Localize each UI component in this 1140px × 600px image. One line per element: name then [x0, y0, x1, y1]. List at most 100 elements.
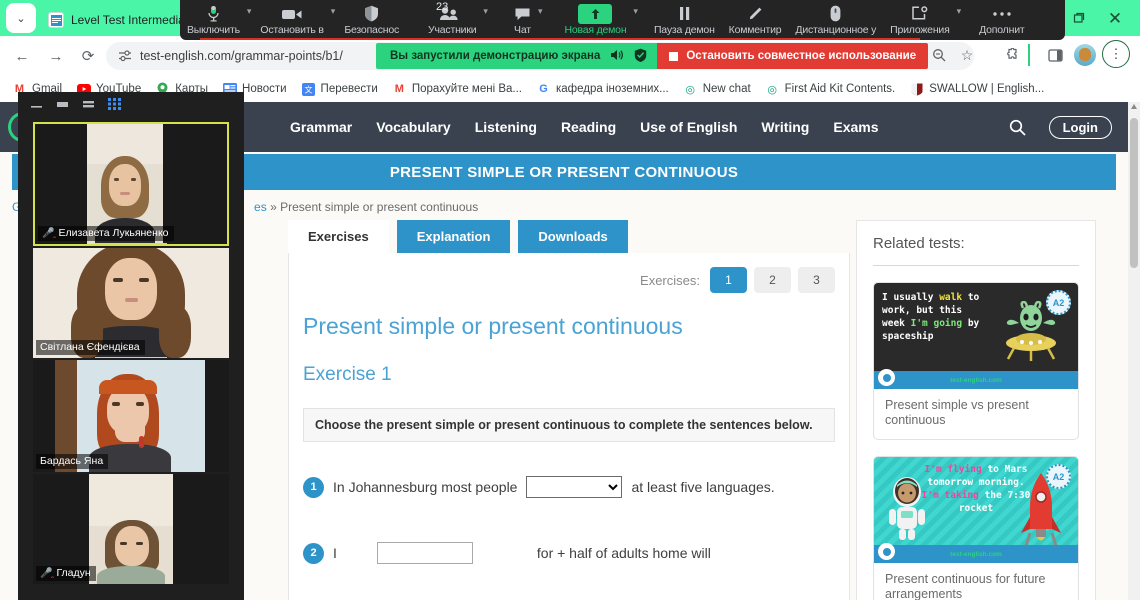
related-test-card[interactable]: I usually walk to work, but this week I'm …	[873, 282, 1079, 440]
related-tests-sidebar: Related tests: I usually walk to work, bu…	[856, 220, 1096, 600]
tab-explanation[interactable]: Explanation	[396, 220, 511, 253]
zoom-level-icon[interactable]	[926, 42, 952, 68]
participant-name-label: Світлана Єфендієва	[36, 340, 145, 355]
stop-sharing-label: Остановить совместное использование	[686, 50, 917, 62]
zoom-button-annotate[interactable]: Комментир	[722, 2, 789, 40]
nav-item-writing[interactable]: Writing	[761, 119, 809, 135]
zoom-button-apps[interactable]: Приложения	[883, 2, 956, 40]
question-row: 1 In Johannesburg most people speakare s…	[303, 476, 835, 498]
rocket-illustration	[1021, 473, 1061, 547]
shield-icon[interactable]	[634, 48, 647, 65]
maximize-icon[interactable]	[56, 99, 69, 109]
card-watermark: test-english.com	[950, 376, 1002, 384]
page-scrollbar[interactable]	[1128, 102, 1140, 600]
zoom-button-mute[interactable]: Выключить	[180, 2, 247, 40]
exercise-page-1[interactable]: 1	[710, 267, 747, 293]
reload-button[interactable]: ⟳	[76, 44, 100, 68]
search-icon[interactable]	[1006, 116, 1028, 138]
active-speaker-indicator	[95, 243, 167, 244]
zoom-button-label: Остановить в	[260, 24, 324, 36]
gallery-view-icon[interactable]	[108, 98, 121, 110]
zoom-participant-tile[interactable]: Бардась Яна	[33, 360, 229, 472]
participant-name: Елизавета Лукьяненко	[58, 227, 169, 239]
split-view-icon[interactable]	[82, 99, 95, 109]
zoom-button-label: Выключить	[187, 24, 240, 36]
zoom-button-participants[interactable]: 23 Участники	[406, 1, 483, 40]
zoom-button-remote-control[interactable]: Дистанционное у	[788, 2, 883, 40]
bookmark-label: SWALLOW | English...	[929, 83, 1045, 95]
side-panel-icon[interactable]	[1042, 42, 1068, 68]
tab-downloads[interactable]: Downloads	[518, 220, 628, 253]
zoom-button-more[interactable]: Дополнит	[963, 2, 1031, 40]
extensions-puzzle-icon[interactable]	[998, 42, 1024, 68]
gmail-icon: M	[394, 83, 404, 95]
scrollbar-thumb[interactable]	[1130, 118, 1138, 268]
swallow-crest-icon	[909, 82, 924, 97]
exercise-page-3[interactable]: 3	[798, 267, 835, 293]
astronaut-illustration	[889, 477, 925, 540]
bookmark-label: First Aid Kit Contents.	[784, 83, 896, 95]
zoom-button-label: Дистанционное у	[795, 24, 877, 36]
exercise-subheading: Exercise 1	[303, 364, 392, 385]
breadcrumb-item-middle[interactable]: es	[254, 200, 267, 214]
svg-text:文: 文	[304, 84, 312, 94]
zoom-participant-tile[interactable]: 🎤̯ Гладун	[33, 474, 229, 584]
stop-sharing-button[interactable]: Остановить совместное использование	[657, 43, 929, 69]
site-settings-icon[interactable]	[116, 47, 134, 65]
minimize-icon[interactable]	[30, 99, 43, 109]
window-restore-button[interactable]	[1070, 9, 1088, 27]
tab-favicon-icon	[48, 12, 64, 28]
back-button[interactable]: ←	[10, 44, 34, 68]
share-active-divider	[1028, 44, 1030, 66]
exercise-pager: Exercises: 1 2 3	[303, 267, 835, 293]
zoom-button-new-share[interactable]: Новая демон	[544, 2, 633, 40]
screen-share-border-indicator	[200, 38, 920, 40]
zoom-participant-tile[interactable]: Світлана Єфендієва	[33, 248, 229, 358]
nav-item-vocabulary[interactable]: Vocabulary	[376, 119, 450, 135]
bookmark-first-aid-kit[interactable]: ◎ First Aid Kit Contents.	[759, 80, 902, 99]
question-2-select[interactable]	[376, 542, 473, 564]
zoom-button-stop-video[interactable]: Остановить в	[253, 2, 330, 40]
translate-icon: 文	[301, 82, 316, 97]
tab-search-chevron-icon[interactable]: ⌄	[6, 3, 36, 33]
related-test-card[interactable]: I'm flying to Mars tomorrow morning. I'm t…	[873, 456, 1079, 600]
bookmark-star-icon[interactable]: ☆	[954, 42, 980, 68]
nav-item-listening[interactable]: Listening	[475, 119, 537, 135]
question-text-after: at least five languages.	[631, 479, 775, 495]
bookmark-translate[interactable]: 文 Перевести	[295, 80, 384, 99]
nav-item-exams[interactable]: Exams	[833, 119, 878, 135]
sidebar-divider	[873, 265, 1079, 266]
browser-menu-button[interactable]: ⋮	[1102, 40, 1130, 68]
microphone-icon	[207, 4, 220, 23]
tab-exercises[interactable]: Exercises	[288, 220, 389, 253]
nav-item-use-of-english[interactable]: Use of English	[640, 119, 737, 135]
bookmark-swallow[interactable]: SWALLOW | English...	[903, 80, 1050, 99]
bookmark-kafedra[interactable]: G кафедра іноземних...	[530, 80, 675, 99]
nav-item-grammar[interactable]: Grammar	[290, 119, 352, 135]
question-number: 1	[303, 476, 324, 498]
screen-share-status: Вы запустили демонстрацию экрана	[376, 43, 658, 69]
participant-name: Світлана Єфендієва	[40, 341, 140, 353]
nav-item-reading[interactable]: Reading	[561, 119, 616, 135]
speaker-icon[interactable]	[610, 49, 624, 64]
zoom-button-pause-share[interactable]: Пауза демон	[640, 2, 722, 40]
zoom-button-security[interactable]: Безопаснос	[337, 2, 406, 40]
exercise-page-2[interactable]: 2	[754, 267, 791, 293]
scroll-up-arrow-icon[interactable]	[1131, 104, 1137, 109]
forward-button[interactable]: →	[44, 44, 68, 68]
window-close-button[interactable]: ✕	[1104, 7, 1126, 29]
zoom-button-chat[interactable]: Чат	[490, 2, 538, 40]
chatgpt-icon: ◎	[767, 83, 777, 96]
login-button[interactable]: Login	[1048, 116, 1112, 139]
zoom-participant-tile[interactable]: 🎤̯ Елизавета Лукьяненко	[33, 122, 229, 246]
card-play-badge	[878, 369, 895, 386]
bookmark-new-chat[interactable]: ◎ New chat	[677, 80, 757, 99]
profile-avatar[interactable]	[1074, 44, 1096, 66]
google-icon: G	[539, 83, 548, 95]
bookmark-label: кафедра іноземних...	[556, 83, 669, 95]
more-icon	[992, 4, 1012, 23]
question-1-select[interactable]: speakare speaking	[526, 476, 623, 498]
bookmark-label: Перевести	[320, 83, 378, 95]
mouse-icon	[830, 4, 841, 23]
bookmark-porahuite[interactable]: M Порахуйте мені Ва...	[386, 80, 528, 99]
